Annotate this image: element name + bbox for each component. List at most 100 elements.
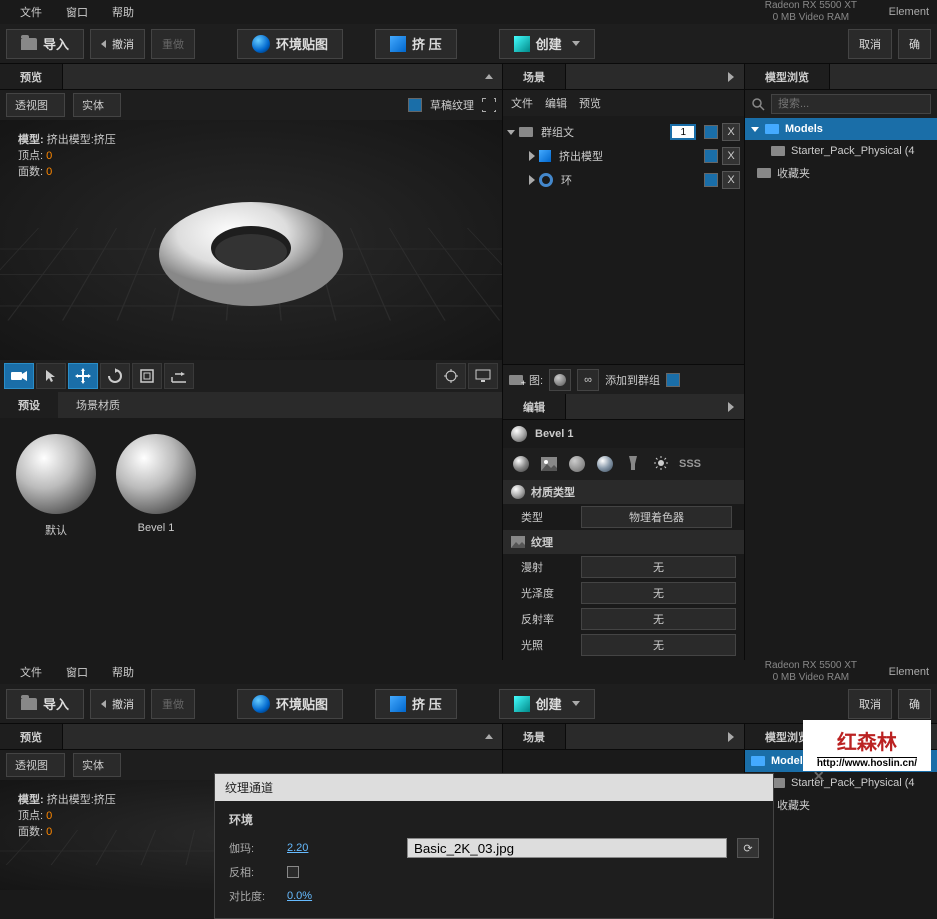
group-toggle[interactable] bbox=[666, 373, 680, 387]
menu-window[interactable]: 窗口 bbox=[54, 4, 100, 20]
tree-group[interactable]: 群组文 1 X bbox=[503, 120, 744, 144]
menu-help[interactable]: 帮助 bbox=[100, 4, 146, 20]
main-toolbar: 导入 撤消 重做 环境贴图 挤 压 创建 取消 确 bbox=[0, 684, 937, 724]
redo-button[interactable]: 重做 bbox=[151, 29, 195, 59]
delete-button[interactable]: X bbox=[722, 123, 740, 141]
view-mode-dropdown[interactable]: 透视图 bbox=[6, 93, 65, 117]
import-button[interactable]: 导入 bbox=[6, 29, 84, 59]
viewport-3d[interactable]: 模型: 挤出模型:挤压 顶点: 0 面数: 0 bbox=[0, 120, 502, 360]
scene-materials-tab[interactable]: 场景材质 bbox=[58, 392, 138, 418]
search-input[interactable] bbox=[771, 94, 931, 114]
edit-tab[interactable]: 编辑 bbox=[503, 394, 566, 419]
type-prop: 类型 物理着色器 bbox=[503, 504, 744, 530]
contrast-value[interactable]: 0.0% bbox=[287, 890, 347, 902]
menu-file[interactable]: 文件 bbox=[8, 664, 54, 680]
cancel-button[interactable]: 取消 bbox=[848, 689, 892, 719]
delete-button[interactable]: X bbox=[722, 147, 740, 165]
add-to-group-button[interactable]: 添加到群组 bbox=[605, 372, 660, 388]
models-favorites[interactable]: 收藏夹 bbox=[745, 162, 937, 184]
visibility-toggle[interactable] bbox=[704, 173, 718, 187]
extrude-icon bbox=[390, 36, 406, 52]
create-button[interactable]: 创建 bbox=[499, 689, 595, 719]
focus-tool[interactable] bbox=[436, 363, 466, 389]
rotate-tool[interactable] bbox=[100, 363, 130, 389]
scene-tab[interactable]: 场景 bbox=[503, 724, 566, 749]
shade-mode-dropdown[interactable]: 实体 bbox=[73, 93, 121, 117]
envmap-button[interactable]: 环境贴图 bbox=[237, 689, 343, 719]
models-starter[interactable]: Starter_Pack_Physical (4 bbox=[745, 140, 937, 162]
channel-sphere[interactable] bbox=[567, 454, 587, 474]
import-button[interactable]: 导入 bbox=[6, 689, 84, 719]
preset-default[interactable]: 默认 bbox=[16, 434, 96, 538]
add-folder-icon[interactable]: + bbox=[509, 375, 523, 385]
channel-metal[interactable] bbox=[595, 454, 615, 474]
panel-expand[interactable] bbox=[722, 68, 740, 86]
scene-edit[interactable]: 编辑 bbox=[545, 95, 567, 111]
view-mode-dropdown[interactable]: 透视图 bbox=[6, 753, 65, 777]
gamma-value[interactable]: 2.20 bbox=[287, 842, 347, 854]
menu-help[interactable]: 帮助 bbox=[100, 664, 146, 680]
extrude-button[interactable]: 挤 压 bbox=[375, 29, 457, 59]
texture-file-field[interactable] bbox=[407, 838, 727, 858]
ok-button[interactable]: 确 bbox=[898, 689, 931, 719]
tree-ring[interactable]: 环 X bbox=[503, 168, 744, 192]
preview-tab[interactable]: 预览 bbox=[0, 64, 63, 89]
invert-checkbox[interactable] bbox=[287, 866, 299, 878]
close-icon[interactable]: ✕ bbox=[813, 768, 825, 785]
tree-extrude-model[interactable]: 挤出模型 X bbox=[503, 144, 744, 168]
channel-light[interactable] bbox=[651, 454, 671, 474]
redo-button[interactable]: 重做 bbox=[151, 689, 195, 719]
scene-file[interactable]: 文件 bbox=[511, 95, 533, 111]
scene-preview[interactable]: 预览 bbox=[579, 95, 601, 111]
channel-glass[interactable] bbox=[623, 454, 643, 474]
menu-file[interactable]: 文件 bbox=[8, 4, 54, 20]
reload-button[interactable]: ⟳ bbox=[737, 838, 759, 858]
shade-mode-dropdown[interactable]: 实体 bbox=[73, 753, 121, 777]
element-label: Element bbox=[889, 666, 929, 678]
material-ball-icon bbox=[511, 426, 527, 442]
menu-window[interactable]: 窗口 bbox=[54, 664, 100, 680]
panel-collapse[interactable] bbox=[480, 68, 498, 86]
envmap-button[interactable]: 环境贴图 bbox=[237, 29, 343, 59]
create-button[interactable]: 创建 bbox=[499, 29, 595, 59]
panel-expand[interactable] bbox=[722, 398, 740, 416]
search-icon bbox=[751, 97, 765, 111]
illum-prop: 光照无 bbox=[503, 632, 744, 658]
select-tool[interactable] bbox=[36, 363, 66, 389]
scene-toolbar: 文件 编辑 预览 bbox=[503, 90, 744, 116]
ok-button[interactable]: 确 bbox=[898, 29, 931, 59]
models-root[interactable]: Models bbox=[745, 118, 937, 140]
contrast-row: 对比度: 0.0% bbox=[229, 884, 759, 908]
delete-button[interactable]: X bbox=[722, 171, 740, 189]
presets-tab[interactable]: 预设 bbox=[0, 392, 58, 418]
move-tool[interactable] bbox=[68, 363, 98, 389]
channel-sss[interactable]: SSS bbox=[679, 454, 701, 474]
gloss-value[interactable]: 无 bbox=[581, 582, 736, 604]
sphere-btn[interactable] bbox=[549, 369, 571, 391]
undo-button[interactable]: 撤消 bbox=[90, 29, 145, 59]
channel-image[interactable] bbox=[539, 454, 559, 474]
draft-toggle[interactable] bbox=[408, 98, 422, 112]
caret-left-icon bbox=[101, 40, 106, 48]
preset-bevel1[interactable]: Bevel 1 bbox=[116, 434, 196, 538]
fullscreen-icon[interactable] bbox=[482, 98, 496, 112]
cancel-button[interactable]: 取消 bbox=[848, 29, 892, 59]
visibility-toggle[interactable] bbox=[704, 149, 718, 163]
extrude-button[interactable]: 挤 压 bbox=[375, 689, 457, 719]
diffuse-value[interactable]: 无 bbox=[581, 556, 736, 578]
illum-value[interactable]: 无 bbox=[581, 634, 736, 656]
scale-tool[interactable] bbox=[132, 363, 162, 389]
preview-tab[interactable]: 预览 bbox=[0, 724, 63, 749]
camera-tool[interactable] bbox=[4, 363, 34, 389]
shader-type-dropdown[interactable]: 物理着色器 bbox=[581, 506, 732, 528]
gpu-info: Radeon RX 5500 XT0 MB Video RAM bbox=[765, 660, 857, 684]
monitor-tool[interactable] bbox=[468, 363, 498, 389]
link-btn[interactable]: ∞ bbox=[577, 369, 599, 391]
scene-tab[interactable]: 场景 bbox=[503, 64, 566, 89]
reflect-value[interactable]: 无 bbox=[581, 608, 736, 630]
channel-basic[interactable] bbox=[511, 454, 531, 474]
visibility-toggle[interactable] bbox=[704, 125, 718, 139]
anchor-tool[interactable] bbox=[164, 363, 194, 389]
models-tab[interactable]: 模型浏览 bbox=[745, 64, 830, 89]
undo-button[interactable]: 撤消 bbox=[90, 689, 145, 719]
